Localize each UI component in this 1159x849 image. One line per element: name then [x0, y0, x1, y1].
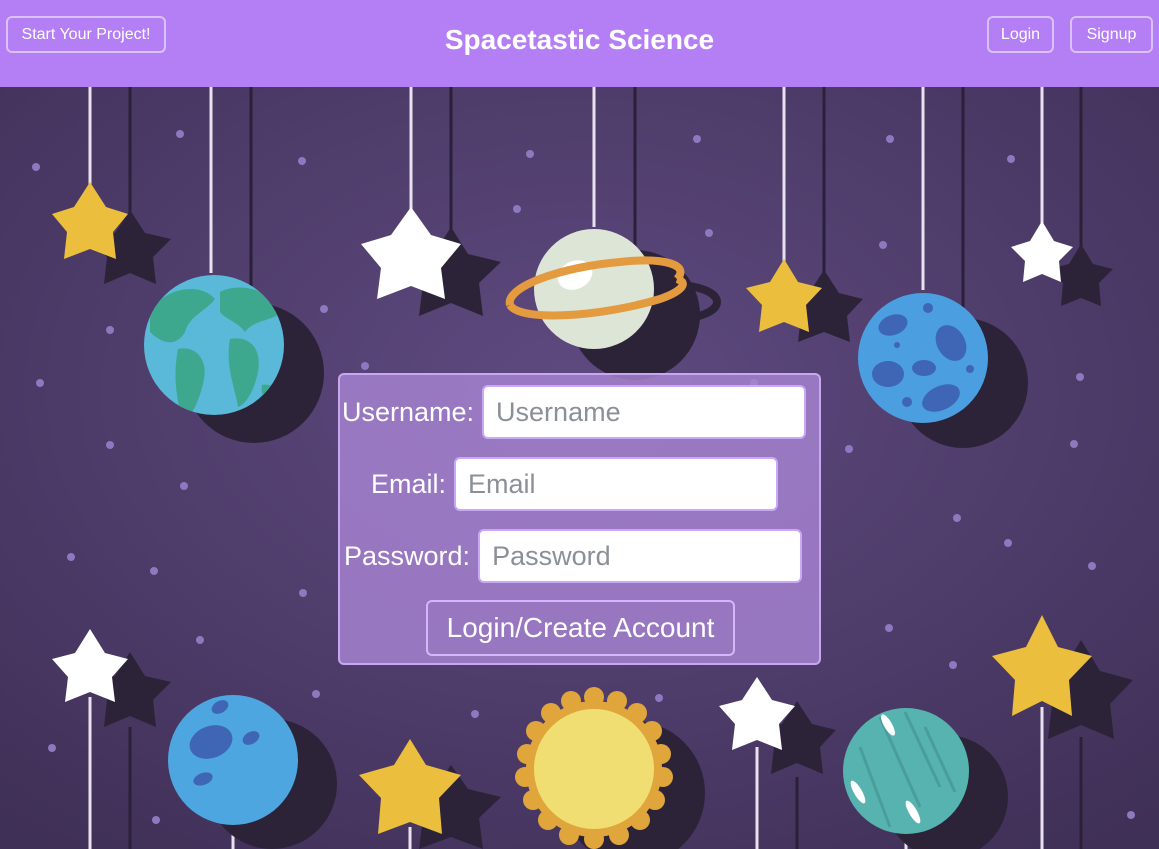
username-label: Username: [342, 396, 475, 427]
signup-nav-button[interactable]: Signup [1070, 16, 1153, 53]
username-input[interactable] [482, 385, 807, 439]
password-input[interactable] [478, 529, 803, 583]
password-label: Password: [344, 540, 471, 571]
password-row: Password: [344, 529, 803, 583]
blue-cratered-planet [858, 293, 988, 423]
email-row: Email: [371, 457, 779, 511]
teal-planet [843, 708, 969, 834]
blue-planet-bottom [168, 695, 298, 825]
login-form-panel: Username: Email: Password: Login/Create … [338, 373, 821, 665]
top-navbar: Start Your Project! Spacetastic Science … [0, 0, 1159, 87]
site-title: Spacetastic Science [444, 24, 715, 55]
email-input[interactable] [454, 457, 779, 511]
login-create-account-button[interactable]: Login/Create Account [426, 600, 735, 656]
username-row: Username: [342, 385, 807, 439]
login-nav-button[interactable]: Login [987, 16, 1054, 53]
email-label: Email: [371, 468, 447, 499]
